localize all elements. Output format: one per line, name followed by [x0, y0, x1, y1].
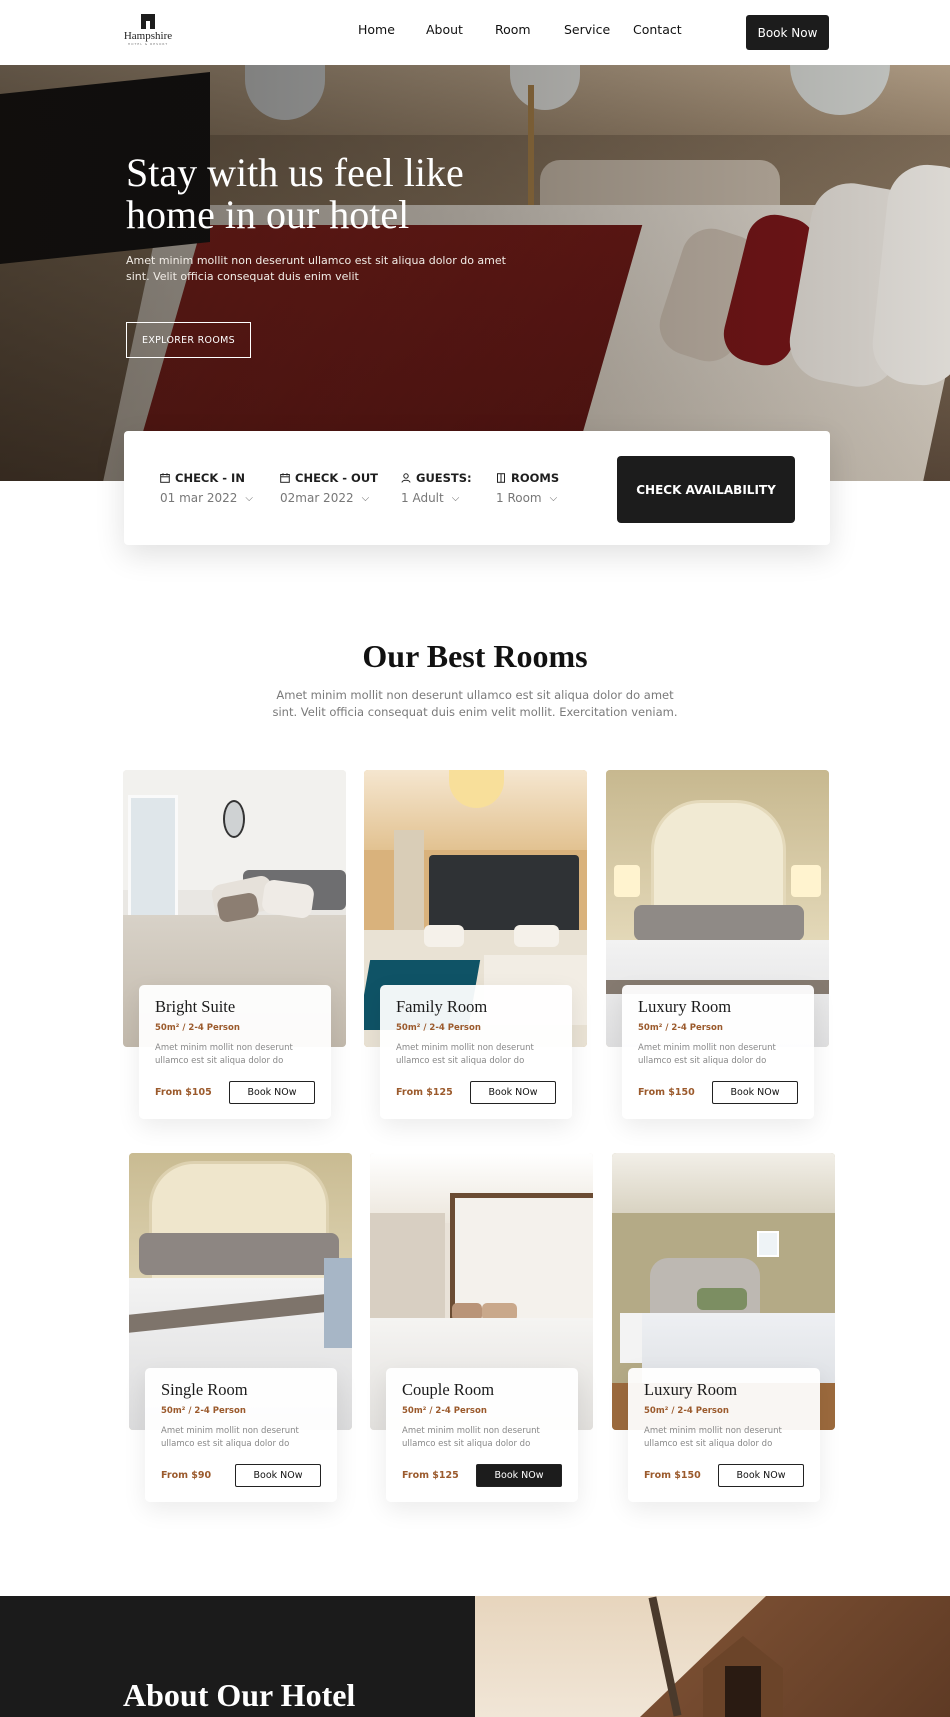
- room-description: Amet minim mollit non deserunt ullamco e…: [396, 1043, 534, 1066]
- room-description: Amet minim mollit non deserunt ullamco e…: [155, 1043, 293, 1066]
- room-card[interactable]: Couple Room 50m² / 2-4 Person Amet minim…: [370, 1153, 593, 1503]
- room-price: From $125: [396, 1087, 453, 1098]
- room-book-button[interactable]: Book NOw: [476, 1464, 562, 1487]
- checkin-value: 01 mar 2022: [160, 491, 238, 505]
- door-icon: [497, 473, 505, 483]
- rooms-section-subtitle: Amet minim mollit non deserunt ullamco e…: [272, 688, 678, 719]
- rooms-value: 1 Room: [496, 491, 542, 505]
- room-size: 50m² / 2-4 Person: [396, 1023, 481, 1033]
- explore-rooms-button[interactable]: EXPLORER ROOMS: [126, 322, 251, 358]
- room-name: Couple Room: [402, 1380, 495, 1399]
- logo-name: Hampshire: [123, 30, 173, 42]
- room-book-button[interactable]: Book NOw: [229, 1081, 315, 1104]
- castle-icon: [141, 14, 155, 29]
- top-navbar: Hampshire HOTEL & RESORT Home About Room…: [0, 0, 950, 65]
- room-description: Amet minim mollit non deserunt ullamco e…: [402, 1426, 540, 1449]
- chevron-down-icon[interactable]: ⌵: [362, 493, 370, 504]
- room-card[interactable]: Bright Suite 50m² / 2-4 Person Amet mini…: [123, 770, 346, 1120]
- room-size: 50m² / 2-4 Person: [402, 1406, 487, 1416]
- room-size: 50m² / 2-4 Person: [644, 1406, 729, 1416]
- hero-subtitle: Amet minim mollit non deserunt ullamco e…: [126, 254, 506, 283]
- hero-title: Stay with us feel like home in our hotel: [126, 150, 464, 237]
- room-info-panel: Luxury Room 50m² / 2-4 Person Amet minim…: [628, 1368, 820, 1502]
- rooms-field[interactable]: ROOMS 1 Room ⌵: [496, 471, 559, 505]
- guests-field[interactable]: GUESTS: 1 Adult ⌵: [401, 471, 472, 505]
- room-description: Amet minim mollit non deserunt ullamco e…: [638, 1043, 776, 1066]
- chevron-down-icon[interactable]: ⌵: [245, 493, 253, 504]
- room-name: Luxury Room: [644, 1380, 738, 1399]
- guests-label: GUESTS:: [416, 471, 472, 485]
- room-size: 50m² / 2-4 Person: [155, 1023, 240, 1033]
- room-info-panel: Luxury Room 50m² / 2-4 Person Amet minim…: [622, 985, 814, 1119]
- room-info-panel: Bright Suite 50m² / 2-4 Person Amet mini…: [139, 985, 331, 1119]
- checkout-field[interactable]: CHECK - OUT 02mar 2022 ⌵: [280, 471, 378, 505]
- room-name: Family Room: [396, 997, 488, 1016]
- room-book-button[interactable]: Book NOw: [470, 1081, 556, 1104]
- room-name: Luxury Room: [638, 997, 732, 1016]
- rooms-section-title: Our Best Rooms: [362, 638, 588, 674]
- calendar-icon: [160, 473, 170, 483]
- room-price: From $150: [638, 1087, 695, 1098]
- about-title: About Our Hotel: [123, 1677, 356, 1713]
- room-size: 50m² / 2-4 Person: [161, 1406, 246, 1416]
- room-card[interactable]: Family Room 50m² / 2-4 Person Amet minim…: [364, 770, 587, 1120]
- room-info-panel: Couple Room 50m² / 2-4 Person Amet minim…: [386, 1368, 578, 1502]
- checkin-field[interactable]: CHECK - IN 01 mar 2022 ⌵: [160, 471, 253, 505]
- room-price: From $125: [402, 1470, 459, 1481]
- nav-about[interactable]: About: [426, 22, 463, 37]
- chevron-down-icon[interactable]: ⌵: [550, 493, 558, 504]
- nav-home[interactable]: Home: [358, 22, 395, 37]
- about-photo: [475, 1596, 950, 1717]
- room-description: Amet minim mollit non deserunt ullamco e…: [161, 1426, 299, 1449]
- room-card[interactable]: Luxury Room 50m² / 2-4 Person Amet minim…: [612, 1153, 835, 1503]
- calendar-icon: [280, 473, 290, 483]
- chevron-down-icon[interactable]: ⌵: [452, 493, 460, 504]
- checkout-label: CHECK - OUT: [295, 471, 379, 485]
- nav-contact[interactable]: Contact: [633, 22, 682, 37]
- checkout-value: 02mar 2022: [280, 491, 354, 505]
- user-icon: [401, 473, 411, 483]
- checkin-label: CHECK - IN: [175, 471, 245, 485]
- check-availability-button[interactable]: CHECK AVAILABILITY: [617, 456, 795, 523]
- room-description: Amet minim mollit non deserunt ullamco e…: [644, 1426, 782, 1449]
- room-book-button[interactable]: Book NOw: [235, 1464, 321, 1487]
- room-card[interactable]: Luxury Room 50m² / 2-4 Person Amet minim…: [606, 770, 829, 1120]
- room-name: Bright Suite: [155, 997, 236, 1016]
- room-price: From $150: [644, 1470, 701, 1481]
- guests-value: 1 Adult: [401, 491, 444, 505]
- room-size: 50m² / 2-4 Person: [638, 1023, 723, 1033]
- nav-service[interactable]: Service: [564, 22, 610, 37]
- room-name: Single Room: [161, 1380, 248, 1399]
- room-info-panel: Single Room 50m² / 2-4 Person Amet minim…: [145, 1368, 337, 1502]
- book-now-button[interactable]: Book Now: [746, 15, 829, 50]
- hotel-logo[interactable]: Hampshire HOTEL & RESORT: [122, 14, 174, 50]
- nav-room[interactable]: Room: [495, 22, 531, 37]
- room-price: From $105: [155, 1087, 212, 1098]
- rooms-label: ROOMS: [511, 471, 560, 485]
- room-price: From $90: [161, 1470, 212, 1481]
- room-card[interactable]: Single Room 50m² / 2-4 Person Amet minim…: [129, 1153, 352, 1503]
- room-book-button[interactable]: Book NOw: [712, 1081, 798, 1104]
- room-book-button[interactable]: Book NOw: [718, 1464, 804, 1487]
- room-info-panel: Family Room 50m² / 2-4 Person Amet minim…: [380, 985, 572, 1119]
- booking-bar: CHECK - IN 01 mar 2022 ⌵ CHECK - OUT 02m…: [124, 431, 830, 545]
- logo-tagline: HOTEL & RESORT: [127, 42, 169, 46]
